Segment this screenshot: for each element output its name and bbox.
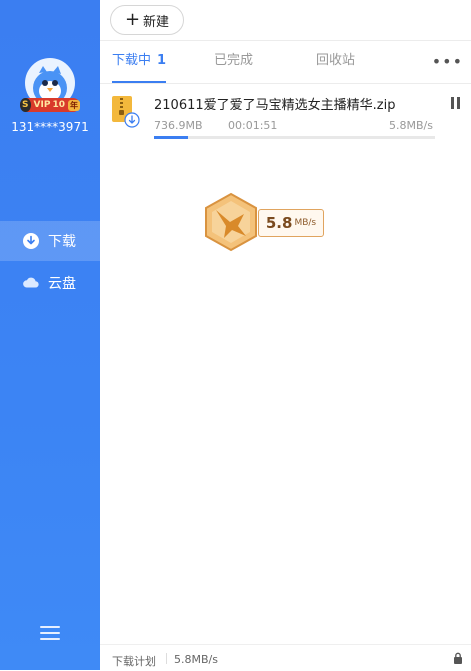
task-elapsed: 00:01:51 — [228, 119, 278, 132]
cloud-icon — [22, 274, 40, 292]
avatar[interactable]: S VIP 10 年 — [20, 58, 80, 112]
task-progress-fill — [154, 136, 188, 139]
hamburger-menu-icon[interactable] — [40, 626, 60, 642]
speed-unit: MB/s — [294, 218, 317, 228]
vip-badge: S VIP 10 年 — [20, 98, 80, 112]
tab-recycle-bin[interactable]: 回收站 — [316, 41, 355, 81]
tab-count: 1 — [157, 53, 167, 68]
footer-speed: 5.8MB/s — [174, 653, 218, 666]
task-file-name: 210611爱了爱了马宝精选女主播精华.zip — [154, 98, 396, 113]
vip-years-unit: 年 — [68, 99, 80, 111]
tab-label: 下载中 — [112, 53, 152, 68]
sidebar-item-label: 云盘 — [48, 276, 76, 292]
sidebar-item-download[interactable]: 下载 — [0, 221, 100, 261]
sidebar-item-cloud[interactable]: 云盘 — [0, 263, 100, 303]
vip-label: VIP — [33, 100, 51, 110]
tab-completed[interactable]: 已完成 — [214, 41, 253, 81]
vip-years: 10 — [52, 100, 65, 110]
main-panel: + 新建 下载中 1 已完成 回收站 ••• 210611爱了爱了马宝精选女主播精… — [100, 0, 471, 670]
plus-icon: + — [124, 9, 141, 30]
tabs-bar: 下载中 1 已完成 回收站 — [100, 40, 471, 84]
task-row[interactable]: 210611爱了爱了马宝精选女主播精华.zip 736.9MB 00:01:51… — [100, 82, 471, 144]
tab-label: 已完成 — [214, 53, 254, 68]
vip-s-icon: S — [20, 98, 31, 112]
lock-icon[interactable] — [453, 652, 463, 664]
speed-value: 5.8 — [265, 214, 293, 232]
tab-downloading[interactable]: 下载中 1 — [112, 41, 167, 83]
footer-bar: 下载计划 5.8MB/s — [100, 644, 471, 671]
download-icon — [22, 232, 40, 250]
zip-file-icon — [112, 96, 140, 128]
download-plan-button[interactable]: 下载计划 — [112, 653, 156, 669]
bird-hexagon-icon — [205, 192, 257, 252]
footer-divider — [166, 653, 167, 664]
speed-indicator: 5.8 MB/s — [200, 192, 325, 252]
new-task-button[interactable]: + 新建 — [110, 5, 184, 35]
tab-label: 回收站 — [316, 53, 356, 68]
sidebar-item-label: 下载 — [48, 234, 76, 250]
new-task-label: 新建 — [143, 14, 170, 30]
task-speed: 5.8MB/s — [389, 119, 433, 132]
speed-indicator-value: 5.8 MB/s — [258, 209, 324, 237]
sidebar: S VIP 10 年 131****3971 下载 云盘 — [0, 0, 100, 670]
ellipsis-icon[interactable]: ••• — [432, 52, 463, 71]
pause-icon[interactable] — [451, 97, 461, 109]
task-progress-bar — [154, 136, 435, 139]
username: 131****3971 — [11, 120, 89, 134]
task-size: 736.9MB — [154, 119, 203, 132]
